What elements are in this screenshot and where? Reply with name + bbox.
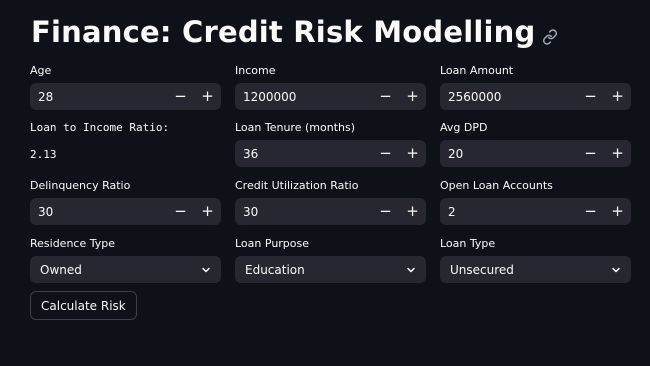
delinquency-ratio-increment-button[interactable]: + — [194, 198, 221, 225]
open-loan-accounts-field: Open Loan Accounts 2 − + — [440, 179, 631, 225]
loan-tenure-increment-button[interactable]: + — [399, 140, 426, 167]
age-input[interactable]: 28 − + — [30, 83, 221, 110]
avg-dpd-input[interactable]: 20 − + — [440, 140, 631, 167]
calculate-risk-button[interactable]: Calculate Risk — [30, 291, 137, 320]
loan-tenure-label: Loan Tenure (months) — [235, 121, 355, 134]
avg-dpd-label: Avg DPD — [440, 121, 488, 134]
chevron-down-icon[interactable] — [396, 264, 426, 276]
credit-utilization-ratio-label: Credit Utilization Ratio — [235, 179, 359, 192]
residence-type-value[interactable]: Owned — [30, 263, 191, 277]
loan-type-value[interactable]: Unsecured — [440, 263, 601, 277]
page-title: Finance: Credit Risk Modelling — [31, 12, 558, 52]
loan-type-select[interactable]: Unsecured — [440, 256, 631, 283]
chevron-down-icon[interactable] — [601, 264, 631, 276]
ratio-label: Loan to Income Ratio: — [30, 121, 170, 134]
delinquency-ratio-value[interactable]: 30 — [30, 205, 167, 219]
loan-purpose-field: Loan Purpose Education — [235, 237, 426, 283]
loan-amount-label: Loan Amount — [440, 64, 514, 77]
credit-utilization-ratio-value[interactable]: 30 — [235, 205, 372, 219]
residence-type-label: Residence Type — [30, 237, 116, 250]
delinquency-ratio-label: Delinquency Ratio — [30, 179, 131, 192]
page-title-text: Finance: Credit Risk Modelling — [31, 15, 536, 49]
loan-amount-decrement-button[interactable]: − — [577, 83, 604, 110]
loan-tenure-field: Loan Tenure (months) 36 − + — [235, 121, 426, 167]
delinquency-ratio-input[interactable]: 30 − + — [30, 198, 221, 225]
age-decrement-button[interactable]: − — [167, 83, 194, 110]
avg-dpd-field: Avg DPD 20 − + — [440, 121, 631, 167]
income-input[interactable]: 1200000 − + — [235, 83, 426, 110]
avg-dpd-value[interactable]: 20 — [440, 147, 577, 161]
chevron-down-icon[interactable] — [191, 264, 221, 276]
loan-type-field: Loan Type Unsecured — [440, 237, 631, 283]
open-loan-accounts-increment-button[interactable]: + — [604, 198, 631, 225]
age-field: Age 28 − + — [30, 64, 221, 110]
avg-dpd-decrement-button[interactable]: − — [577, 140, 604, 167]
credit-utilization-ratio-decrement-button[interactable]: − — [372, 198, 399, 225]
loan-type-label: Loan Type — [440, 237, 496, 250]
residence-type-select[interactable]: Owned — [30, 256, 221, 283]
link-icon[interactable] — [542, 18, 558, 52]
loan-amount-value[interactable]: 2560000 — [440, 90, 577, 104]
delinquency-ratio-decrement-button[interactable]: − — [167, 198, 194, 225]
loan-tenure-input[interactable]: 36 − + — [235, 140, 426, 167]
income-label: Income — [235, 64, 276, 77]
residence-type-field: Residence Type Owned — [30, 237, 221, 283]
loan-amount-increment-button[interactable]: + — [604, 83, 631, 110]
loan-tenure-decrement-button[interactable]: − — [372, 140, 399, 167]
credit-utilization-ratio-increment-button[interactable]: + — [399, 198, 426, 225]
income-value[interactable]: 1200000 — [235, 90, 372, 104]
age-value[interactable]: 28 — [30, 90, 167, 104]
income-increment-button[interactable]: + — [399, 83, 426, 110]
avg-dpd-increment-button[interactable]: + — [604, 140, 631, 167]
ratio-value: 2.13 — [30, 148, 57, 161]
open-loan-accounts-label: Open Loan Accounts — [440, 179, 553, 192]
loan-purpose-value[interactable]: Education — [235, 263, 396, 277]
age-increment-button[interactable]: + — [194, 83, 221, 110]
age-label: Age — [30, 64, 52, 77]
loan-to-income-ratio: Loan to Income Ratio: 2.13 — [30, 121, 221, 161]
loan-amount-field: Loan Amount 2560000 − + — [440, 64, 631, 110]
open-loan-accounts-decrement-button[interactable]: − — [577, 198, 604, 225]
credit-utilization-ratio-input[interactable]: 30 − + — [235, 198, 426, 225]
loan-purpose-label: Loan Purpose — [235, 237, 310, 250]
open-loan-accounts-value[interactable]: 2 — [440, 205, 577, 219]
open-loan-accounts-input[interactable]: 2 − + — [440, 198, 631, 225]
loan-tenure-value[interactable]: 36 — [235, 147, 372, 161]
credit-utilization-ratio-field: Credit Utilization Ratio 30 − + — [235, 179, 426, 225]
loan-purpose-select[interactable]: Education — [235, 256, 426, 283]
loan-amount-input[interactable]: 2560000 − + — [440, 83, 631, 110]
income-decrement-button[interactable]: − — [372, 83, 399, 110]
income-field: Income 1200000 − + — [235, 64, 426, 110]
delinquency-ratio-field: Delinquency Ratio 30 − + — [30, 179, 221, 225]
